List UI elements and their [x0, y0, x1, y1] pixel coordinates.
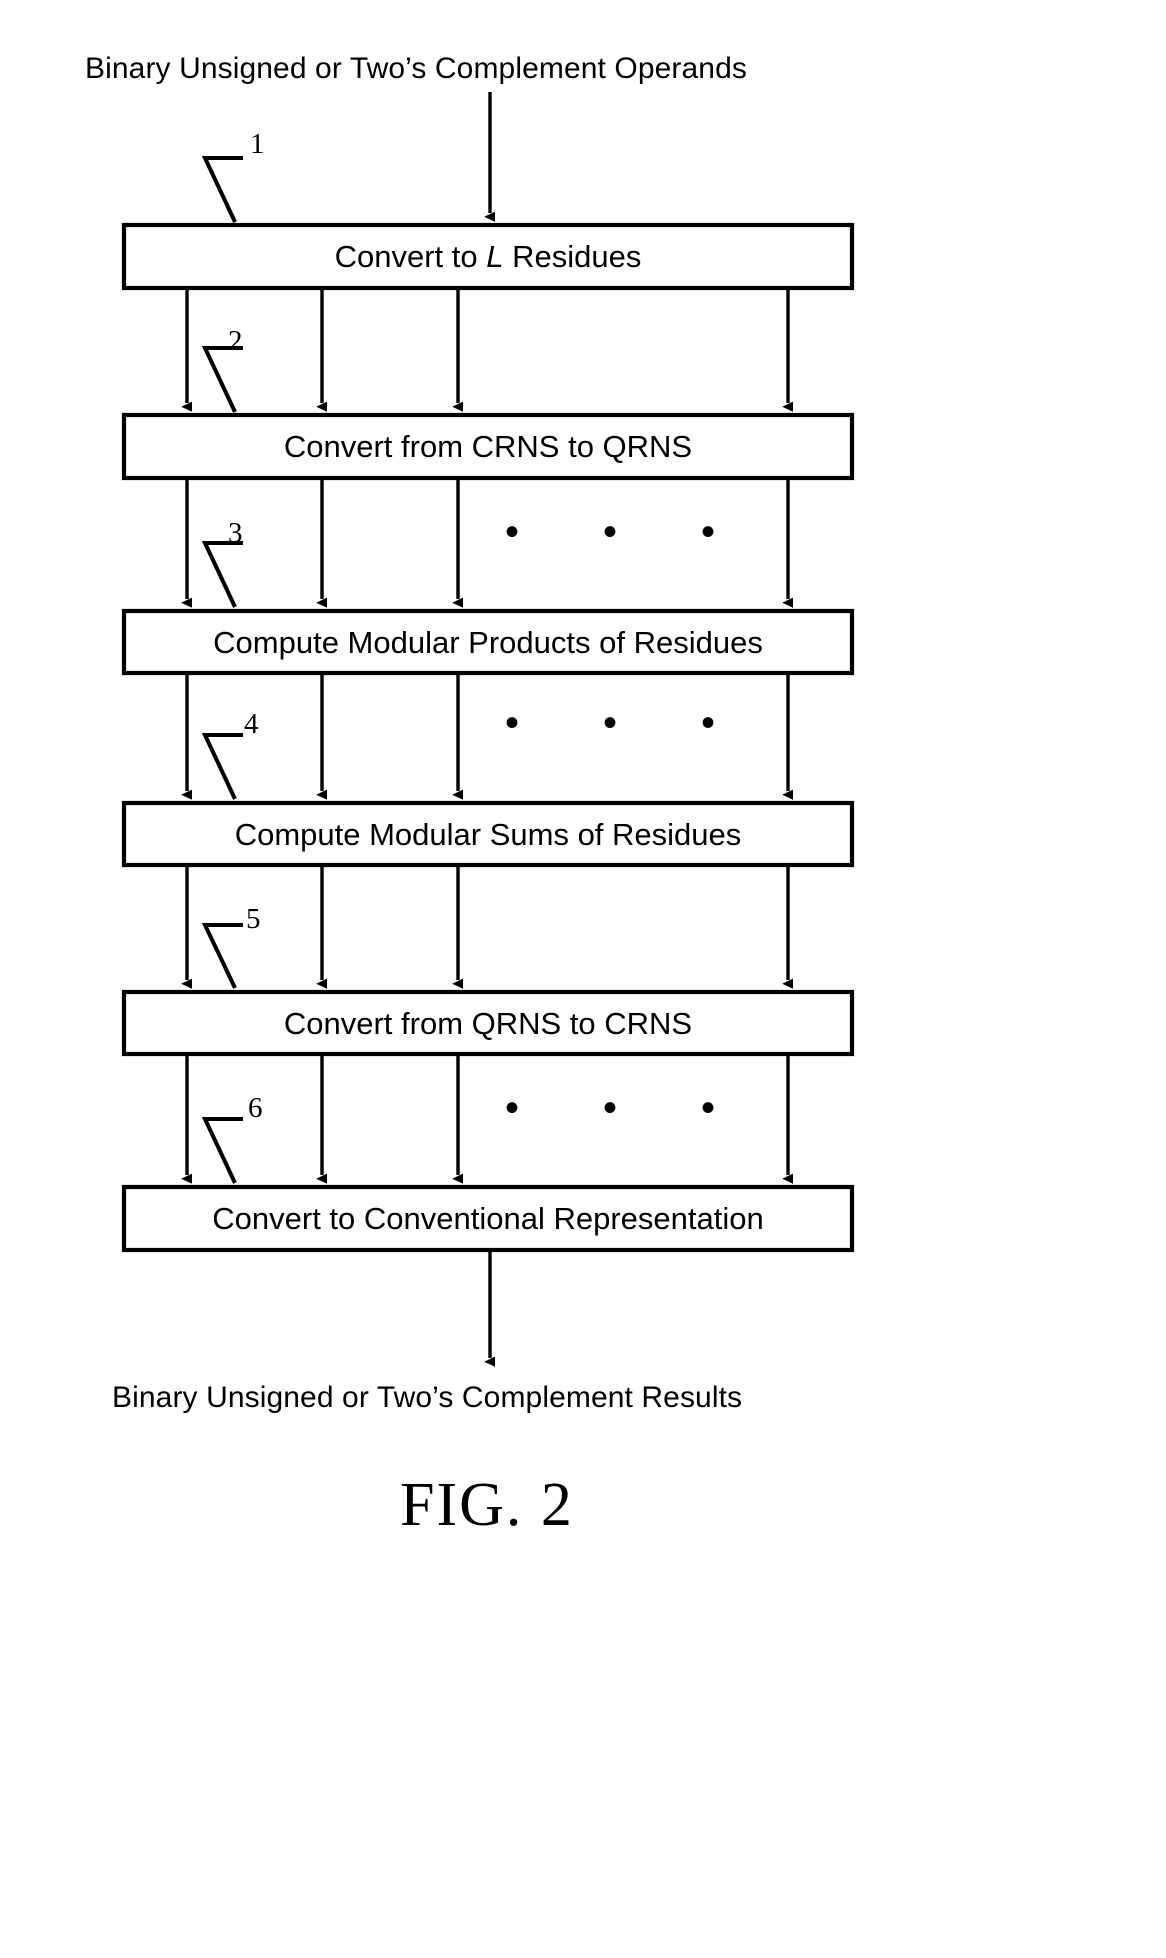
reference-numeral-3: 3 — [228, 517, 243, 549]
leader-line-1 — [201, 156, 243, 223]
step-4-label: Compute Modular Sums of Residues — [234, 817, 742, 852]
leader-line-6 — [201, 1117, 243, 1184]
ellipsis-after-step-3: • • • — [505, 701, 738, 745]
step-1-emphasis: L — [486, 239, 504, 274]
step-5-label: Convert from QRNS to CRNS — [283, 1006, 693, 1041]
step-1-label: Convert to L Residues — [124, 241, 852, 272]
step-6-label: Convert to Conventional Representation — [212, 1201, 764, 1236]
leader-line-4 — [201, 733, 243, 800]
figure-label: FIG. 2 — [400, 1471, 574, 1539]
diagram-linework — [121, 92, 855, 1367]
ellipsis-after-step-2: • • • — [505, 510, 738, 554]
reference-numeral-5: 5 — [246, 903, 261, 935]
ellipsis-after-step-5: • • • — [505, 1086, 738, 1130]
reference-numeral-4: 4 — [244, 708, 259, 740]
leader-line-5 — [201, 923, 243, 989]
figure-canvas: Binary Unsigned or Two’s Complement Oper… — [0, 0, 1166, 1958]
step-1-text-after: Residues — [503, 239, 642, 274]
step-2-label: Convert from CRNS to QRNS — [283, 429, 693, 464]
step-1-text-before: Convert to — [334, 239, 487, 274]
leader-line-3 — [201, 541, 243, 608]
reference-numeral-6: 6 — [248, 1092, 263, 1124]
output-caption: Binary Unsigned or Two’s Complement Resu… — [112, 1381, 743, 1414]
reference-numeral-1: 1 — [250, 128, 265, 160]
step-3-label: Compute Modular Products of Residues — [213, 625, 763, 660]
input-caption: Binary Unsigned or Two’s Complement Oper… — [85, 52, 747, 85]
reference-numeral-2: 2 — [228, 325, 243, 357]
